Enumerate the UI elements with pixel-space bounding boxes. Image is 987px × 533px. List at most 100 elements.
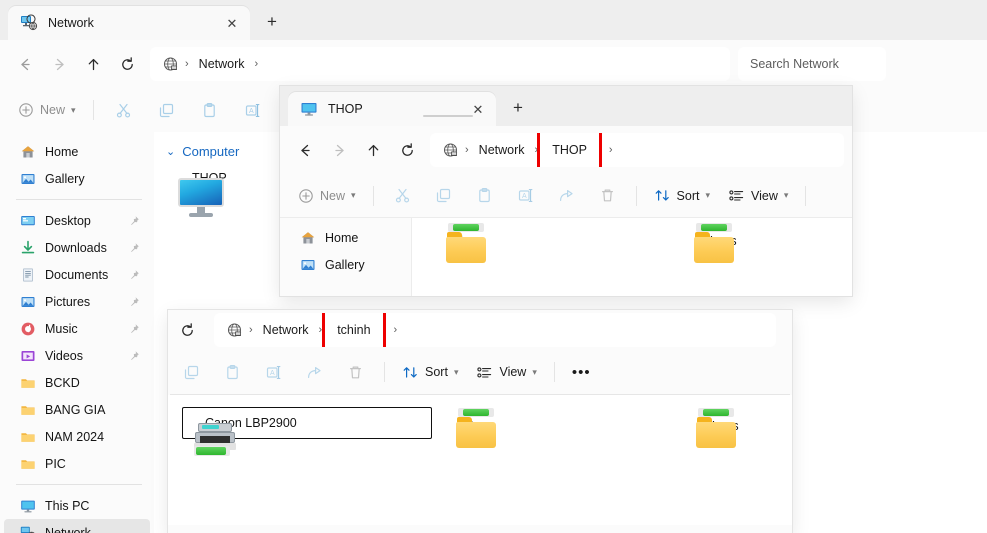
folder-icon <box>20 456 36 472</box>
sidebar-item-nam-2024[interactable]: NAM 2024 <box>4 423 150 450</box>
sort-button-label: Sort <box>676 188 700 203</box>
navbar-thop: › Network › THOP › <box>280 126 852 174</box>
breadcrumb-main[interactable]: › Network › <box>150 47 730 81</box>
new-tab-button[interactable]: + <box>256 6 288 38</box>
breadcrumb-item-network[interactable]: Network <box>471 139 533 161</box>
breadcrumb-tchinh[interactable]: › Network › tchinh › <box>214 313 776 347</box>
sort-button[interactable]: Sort ▾ <box>646 181 718 211</box>
pin-icon[interactable] <box>128 350 140 362</box>
breadcrumb-thop[interactable]: › Network › THOP › <box>430 133 844 167</box>
sidebar-item-bckd[interactable]: BCKD <box>4 369 150 396</box>
item-grid-tchinh: Canon LBP2900 D <box>168 407 792 456</box>
forward-button[interactable] <box>42 47 76 81</box>
pin-icon[interactable] <box>128 323 140 335</box>
window-thop: THOP ✕ + › Network › THOP › New ▾ A Sort… <box>280 86 852 296</box>
sidebar-item-label: Downloads <box>45 240 107 255</box>
folder-icon <box>20 375 36 391</box>
close-icon[interactable]: ✕ <box>466 97 490 121</box>
new-tab-button[interactable]: + <box>502 92 534 124</box>
paste-button[interactable] <box>465 181 504 211</box>
view-button[interactable]: View ▾ <box>720 181 796 211</box>
chevron-down-icon[interactable]: ⌄ <box>166 145 175 158</box>
more-options-button[interactable]: ••• <box>564 357 599 387</box>
sidebar-item-home[interactable]: Home <box>4 138 150 165</box>
pin-icon[interactable] <box>128 215 140 227</box>
forward-button[interactable] <box>322 133 356 167</box>
sidebar-item-music[interactable]: Music <box>4 315 150 342</box>
tab-network[interactable]: Network ✕ <box>8 6 250 40</box>
command-separator <box>805 185 807 206</box>
item-shared-folder-users[interactable]: Users <box>684 223 747 263</box>
new-button[interactable]: New ▾ <box>10 95 84 125</box>
item-thop[interactable]: THOP <box>168 165 237 217</box>
commandbar-tchinh: A Sort ▾ View ▾ ••• <box>168 350 792 394</box>
pin-icon[interactable] <box>128 296 140 308</box>
breadcrumb-separator-trailing[interactable]: › <box>607 144 615 156</box>
copy-button[interactable] <box>146 95 187 125</box>
sidebar-item-documents[interactable]: Documents <box>4 261 150 288</box>
delete-button[interactable] <box>588 181 627 211</box>
sort-button[interactable]: Sort ▾ <box>394 357 466 387</box>
new-button-label: New <box>40 103 66 117</box>
share-button[interactable] <box>547 181 586 211</box>
share-button[interactable] <box>295 357 334 387</box>
sidebar-item-label: BANG GIA <box>45 402 106 417</box>
item-printer-canon[interactable]: Canon LBP2900 <box>182 407 432 456</box>
paste-button[interactable] <box>189 95 230 125</box>
pin-icon[interactable] <box>128 242 140 254</box>
network-globe-icon <box>226 322 243 339</box>
up-button[interactable] <box>76 47 110 81</box>
new-button[interactable]: New ▾ <box>290 181 364 211</box>
sidebar-item-network[interactable]: Network <box>4 519 150 533</box>
copy-button[interactable] <box>424 181 463 211</box>
sidebar-item-label: NAM 2024 <box>45 429 105 444</box>
cut-button[interactable] <box>103 95 144 125</box>
sidebar-item-downloads[interactable]: Downloads <box>4 234 150 261</box>
breadcrumb-item-thop-highlighted[interactable]: THOP <box>537 133 602 167</box>
copy-button[interactable] <box>172 357 211 387</box>
refresh-button[interactable] <box>170 313 204 347</box>
item-shared-folder-d[interactable]: d <box>436 223 684 263</box>
rename-button[interactable]: A <box>232 95 273 125</box>
breadcrumb-item-tchinh-highlighted[interactable]: tchinh <box>322 313 386 347</box>
delete-button[interactable] <box>336 357 375 387</box>
network-globe-icon <box>442 142 459 159</box>
up-button[interactable] <box>356 133 390 167</box>
pin-icon[interactable] <box>128 269 140 281</box>
cut-button[interactable] <box>383 181 422 211</box>
breadcrumb-separator-trailing[interactable]: › <box>392 324 400 336</box>
tab-thop[interactable]: THOP ✕ <box>288 92 496 126</box>
refresh-button[interactable] <box>110 47 144 81</box>
close-icon[interactable]: ✕ <box>220 11 244 35</box>
chevron-down-icon: ▾ <box>532 366 537 377</box>
back-button[interactable] <box>288 133 322 167</box>
sidebar-item-gallery[interactable]: Gallery <box>284 251 407 278</box>
sidebar-item-gallery[interactable]: Gallery <box>4 165 150 192</box>
refresh-button[interactable] <box>390 133 424 167</box>
content-pane-thop: d Users <box>412 218 852 296</box>
search-input[interactable]: Search Network <box>738 47 886 81</box>
item-shared-folder-users[interactable]: Users <box>686 407 749 448</box>
paste-button[interactable] <box>213 357 252 387</box>
sidebar-item-this-pc[interactable]: This PC <box>4 492 150 519</box>
sidebar-item-pic[interactable]: PIC <box>4 450 150 477</box>
sidebar-item-label: This PC <box>45 498 90 513</box>
back-button[interactable] <box>8 47 42 81</box>
sidebar-item-label: Home <box>45 144 79 159</box>
rename-button[interactable]: A <box>254 357 293 387</box>
breadcrumb-item-network[interactable]: Network <box>255 319 317 341</box>
sidebar-item-bang-gia[interactable]: BANG GIA <box>4 396 150 423</box>
view-button-label: View <box>751 188 778 203</box>
view-button[interactable]: View ▾ <box>468 357 544 387</box>
item-shared-folder-d[interactable]: D <box>446 407 686 448</box>
sidebar-item-home[interactable]: Home <box>284 224 407 251</box>
sidebar-item-videos[interactable]: Videos <box>4 342 150 369</box>
sidebar-item-desktop[interactable]: Desktop <box>4 207 150 234</box>
sidebar-item-pictures[interactable]: Pictures <box>4 288 150 315</box>
sort-button-label: Sort <box>425 365 448 379</box>
rename-button[interactable]: A <box>506 181 545 211</box>
breadcrumb-separator: › <box>249 324 253 336</box>
breadcrumb-separator-trailing[interactable]: › <box>253 58 261 70</box>
svg-text:A: A <box>249 108 254 115</box>
breadcrumb-item-network[interactable]: Network <box>191 53 253 75</box>
